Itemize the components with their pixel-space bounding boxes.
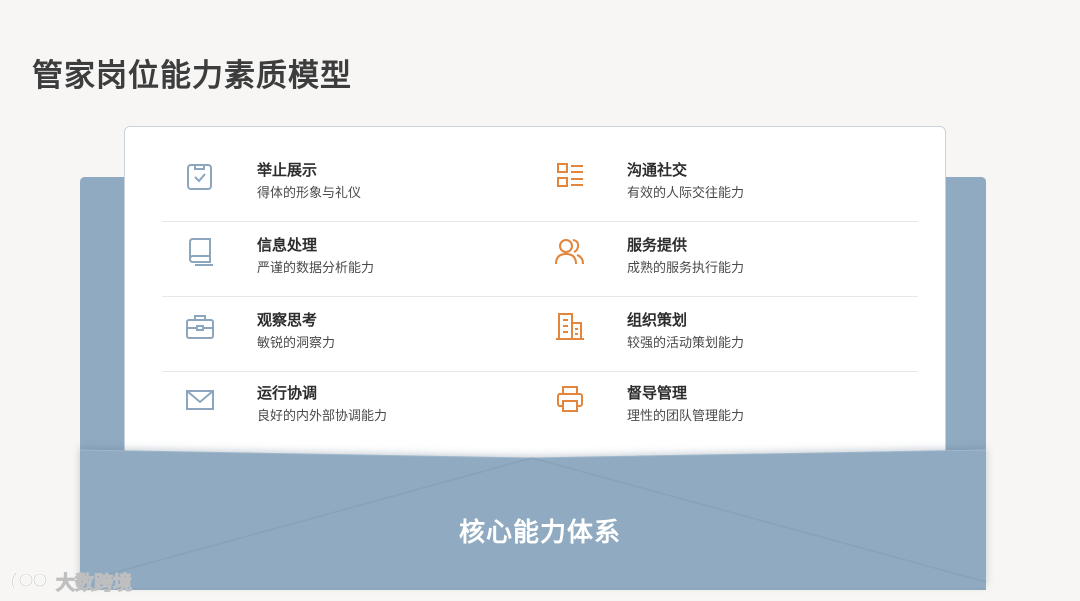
watermark-text: 大数跨境 <box>55 571 133 594</box>
watermark: 大数跨境 <box>8 566 133 596</box>
envelope-front <box>79 449 987 588</box>
envelope-label: 核心能力体系 <box>458 518 621 548</box>
logo-icon <box>11 572 48 589</box>
